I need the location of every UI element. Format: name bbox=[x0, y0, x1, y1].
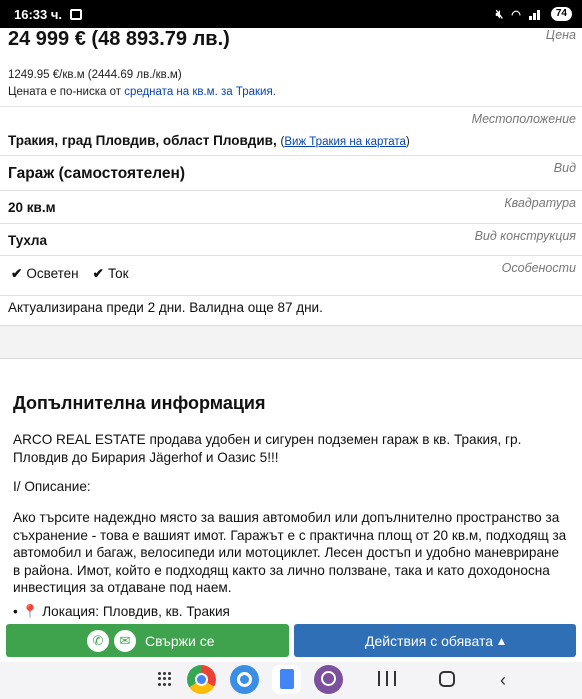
map-link-wrapper: (Виж Тракия на картата) bbox=[280, 136, 409, 148]
type-label: Вид bbox=[553, 161, 576, 175]
feature-item: ✔ Осветен bbox=[11, 266, 79, 282]
description-body: Ако търсите надеждно място за вашия авто… bbox=[13, 510, 567, 595]
phone-icon: ✆ bbox=[86, 628, 110, 653]
features-label: Особености bbox=[501, 261, 576, 275]
area-section: 20 кв.м Квадратура bbox=[0, 191, 582, 224]
construction-section: Тухла Вид конструкция bbox=[0, 224, 582, 256]
app-drawer-icon[interactable] bbox=[158, 672, 172, 686]
battery-indicator: 74 bbox=[550, 7, 572, 21]
navigation-bar: ‹ bbox=[0, 662, 582, 699]
location-bullet-text: Локация: Пловдив, кв. Тракия bbox=[38, 604, 230, 619]
signal-icon bbox=[528, 8, 543, 20]
feature-lit: Осветен bbox=[26, 266, 79, 281]
mail-icon: ✉ bbox=[113, 628, 137, 653]
feature-power: Ток bbox=[107, 266, 129, 281]
average-price-link[interactable]: средната на кв.м. за Тракия. bbox=[124, 86, 276, 98]
construction-value: Тухла bbox=[8, 233, 47, 248]
price-note: Цената е по-ниска от средната на кв.м. з… bbox=[8, 86, 276, 98]
chrome-icon[interactable] bbox=[187, 665, 216, 694]
listing-actions-label: Действия с обявата bbox=[364, 632, 493, 649]
price-section: 24 999 € (48 893.79 лв.) Цена 1249.95 €/… bbox=[0, 28, 582, 107]
check-icon: ✔ bbox=[11, 266, 23, 281]
home-button[interactable] bbox=[439, 671, 455, 687]
camera-app-icon[interactable] bbox=[230, 665, 259, 694]
price-label: Цена bbox=[545, 28, 576, 42]
description-subheading: I/ Описание: bbox=[13, 479, 91, 494]
location-bullet: • 📍 Локация: Пловдив, кв. Тракия bbox=[13, 603, 569, 621]
contact-button[interactable]: ✆ ✉ Свържи се bbox=[6, 624, 289, 657]
screenshot-icon bbox=[70, 8, 83, 20]
feature-item: ✔ Ток bbox=[93, 266, 129, 282]
wifi-icon: ◠ bbox=[511, 8, 521, 21]
price: 24 999 € (48 893.79 лв.) bbox=[8, 28, 230, 50]
mute-icon: 🔇︎ bbox=[495, 6, 504, 21]
area-value: 20 кв.м bbox=[8, 200, 56, 215]
status-bar: 16:33 ч. 🔇︎ ◠ 74 bbox=[0, 0, 582, 28]
recent-apps-button[interactable] bbox=[378, 671, 396, 688]
listing-actions-button[interactable]: Действия с обявата ▴ bbox=[294, 624, 576, 657]
viber-icon[interactable] bbox=[314, 665, 343, 694]
section-divider bbox=[0, 325, 582, 359]
check-icon: ✔ bbox=[92, 266, 104, 281]
updated-section: Актуализирана преди 2 дни. Валидна още 8… bbox=[0, 296, 582, 325]
paren-close: ) bbox=[405, 136, 410, 148]
price-note-text: Цената е по-ниска от bbox=[8, 86, 125, 98]
area-label: Квадратура bbox=[504, 196, 576, 210]
location-text: Тракия, град Пловдив, област Пловдив, bbox=[8, 133, 277, 148]
contact-label: Свържи се bbox=[145, 632, 215, 649]
clock: 16:33 ч. bbox=[14, 6, 63, 22]
pin-icon: 📍 bbox=[21, 604, 39, 619]
description-intro: ARCO REAL ESTATE продава удобен и сигуре… bbox=[13, 432, 522, 465]
price-per-sqm: 1249.95 €/кв.м (2444.69 лв./кв.м) bbox=[8, 69, 182, 81]
type-value: Гараж (самостоятелен) bbox=[8, 165, 186, 182]
back-button[interactable]: ‹ bbox=[500, 670, 506, 691]
features-section: ✔ Осветен ✔ Ток Особености bbox=[0, 256, 582, 296]
location-section: Местоположение Тракия, град Пловдив, обл… bbox=[0, 107, 582, 156]
location-value: Тракия, град Пловдив, област Пловдив, (В… bbox=[8, 133, 410, 148]
bullet: • bbox=[13, 604, 22, 619]
type-section: Гараж (самостоятелен) Вид bbox=[0, 156, 582, 191]
location-label: Местоположение bbox=[471, 112, 576, 126]
docs-icon[interactable] bbox=[272, 665, 301, 694]
construction-label: Вид конструкция bbox=[474, 229, 576, 243]
features-list: ✔ Осветен ✔ Ток bbox=[11, 266, 129, 282]
view-on-map-link[interactable]: Виж Тракия на картата bbox=[284, 136, 406, 148]
description-heading: Допълнителна информация bbox=[13, 393, 266, 413]
action-bar: ✆ ✉ Свържи се Действия с обявата ▴ bbox=[0, 620, 582, 662]
updated-text: Актуализирана преди 2 дни. Валидна още 8… bbox=[8, 300, 323, 315]
caret-up-icon: ▴ bbox=[497, 632, 506, 648]
